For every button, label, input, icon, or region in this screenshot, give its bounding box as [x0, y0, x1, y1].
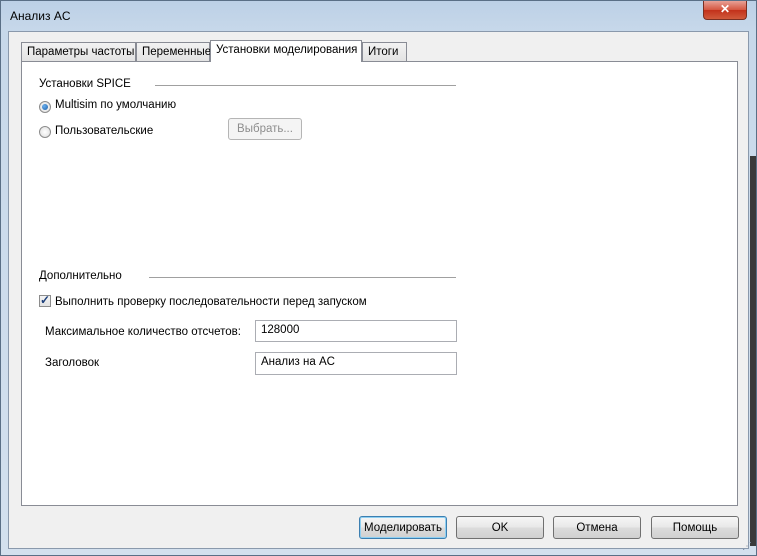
help-button-label: Помощь: [672, 522, 718, 534]
additional-group-label: Дополнительно: [39, 270, 122, 282]
tab-summary[interactable]: Итоги: [362, 42, 407, 61]
check-mark-icon: ✓: [40, 293, 51, 307]
close-button[interactable]: ✕: [703, 1, 747, 20]
sequence-check-label[interactable]: Выполнить проверку последовательности пе…: [55, 296, 367, 308]
simulate-button[interactable]: Моделировать: [359, 516, 447, 539]
dialog-client-area: Параметры частоты Переменные Установки м…: [8, 31, 749, 549]
spice-group-divider: [155, 85, 456, 86]
help-button[interactable]: Помощь: [651, 516, 739, 539]
simulate-button-label: Моделировать: [364, 522, 442, 534]
close-icon: ✕: [719, 2, 731, 16]
sequence-check-checkbox[interactable]: ✓: [39, 293, 51, 307]
cancel-button-label: Отмена: [576, 522, 618, 534]
max-points-label: Максимальное количество отсчетов:: [45, 326, 241, 338]
tab-variables[interactable]: Переменные: [136, 42, 212, 61]
window-title: Анализ AC: [10, 9, 71, 23]
title-input[interactable]: Анализ на AC: [255, 352, 457, 375]
choose-button-label: Выбрать...: [237, 123, 293, 135]
radio-default-label[interactable]: Multisim по умолчанию: [55, 99, 176, 111]
additional-group-divider: [149, 277, 456, 278]
radio-custom-label[interactable]: Пользовательские: [55, 125, 153, 137]
tab-label: Итоги: [368, 46, 399, 58]
tab-frequency-parameters[interactable]: Параметры частоты: [21, 42, 136, 61]
title-bar[interactable]: Анализ AC ✕: [1, 1, 756, 31]
tab-panel: Установки SPICE Multisim по умолчанию По…: [21, 61, 738, 506]
tab-label: Переменные: [142, 46, 212, 58]
cancel-button[interactable]: Отмена: [553, 516, 641, 539]
resize-grip-icon[interactable]: ⋰: [742, 541, 754, 553]
radio-custom[interactable]: [39, 126, 51, 138]
spice-group-label: Установки SPICE: [39, 78, 131, 90]
ok-button-label: OK: [491, 522, 509, 534]
title-field-label: Заголовок: [45, 357, 100, 369]
radio-default[interactable]: [39, 101, 51, 113]
tab-label: Установки моделирования: [216, 44, 358, 56]
window-edge-shadow: [750, 156, 756, 546]
tab-label: Параметры частоты: [27, 46, 135, 58]
tab-simulation-settings[interactable]: Установки моделирования: [210, 40, 362, 62]
choose-button[interactable]: Выбрать...: [228, 118, 302, 140]
max-points-value: 128000: [261, 324, 300, 336]
title-input-value: Анализ на AC: [261, 356, 335, 368]
dialog-window: Анализ AC ✕ Параметры частоты Переменные…: [0, 0, 757, 556]
ok-button[interactable]: OK: [456, 516, 544, 539]
max-points-input[interactable]: 128000: [255, 320, 457, 342]
